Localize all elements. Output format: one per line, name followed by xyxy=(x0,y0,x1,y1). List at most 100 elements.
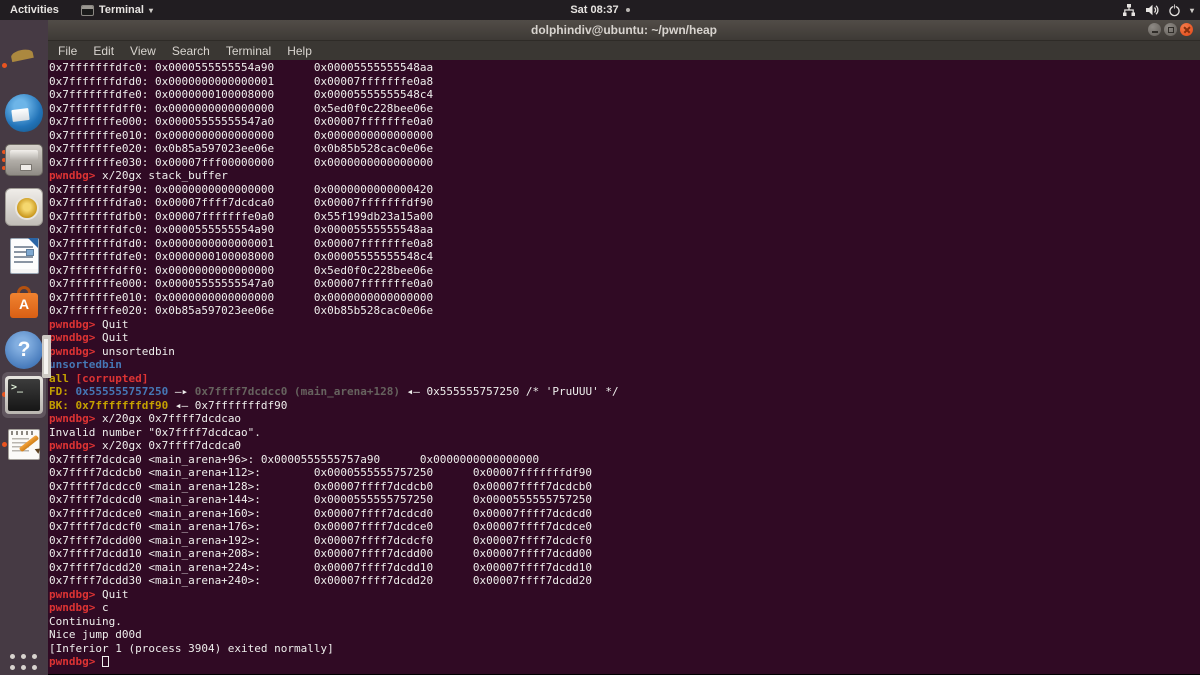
rhythmbox-icon xyxy=(5,188,43,226)
terminal-line: 0x7ffff7dcdd00 <main_arena+192>: 0x00007… xyxy=(49,533,593,547)
menu-bar: File Edit View Search Terminal Help xyxy=(48,41,1200,60)
terminal-line: 0x7fffffffe020: 0x0b85a597023ee06e 0x0b8… xyxy=(49,304,434,317)
terminal-line: 0x7fffffffe000: 0x00005555555547a0 0x000… xyxy=(49,277,434,290)
menu-edit[interactable]: Edit xyxy=(85,44,122,58)
dock-item-files[interactable] xyxy=(5,141,43,179)
window-titlebar[interactable]: dolphindiv@ubuntu: ~/pwn/heap xyxy=(48,20,1200,41)
grid-dot xyxy=(21,665,26,670)
minimize-button[interactable] xyxy=(1148,23,1161,36)
terminal-line: pwndbg> x/20gx stack_buffer xyxy=(49,169,228,182)
menu-file[interactable]: File xyxy=(50,44,85,58)
terminal-line: unsortedbin xyxy=(49,358,122,371)
maximize-icon xyxy=(1167,26,1174,33)
terminal-line: 0x7ffff7dcdcc0 <main_arena+128>: 0x00007… xyxy=(49,479,593,493)
terminal-line: pwndbg> x/20gx 0x7ffff7dcdcao xyxy=(49,412,242,425)
terminal-line: 0x7fffffffe020: 0x0b85a597023ee06e 0x0b8… xyxy=(49,142,434,155)
terminal-line: 0x7fffffffdff0: 0x0000000000000000 0x5ed… xyxy=(49,263,434,277)
terminal-line: 0x7fffffffdfa0: 0x00007ffff7dcdca0 0x000… xyxy=(49,196,434,209)
terminal-line: FD: 0x555555757250 —▸ 0x7ffff7dcdcc0 (ma… xyxy=(49,385,619,398)
terminal-screen[interactable]: 0x7fffffffdfc0: 0x0000555555554a90 0x000… xyxy=(48,60,1200,674)
show-applications-button[interactable] xyxy=(10,654,37,675)
menu-help[interactable]: Help xyxy=(279,44,320,58)
grid-dot xyxy=(10,654,15,659)
menu-view[interactable]: View xyxy=(122,44,164,58)
app-menu-label: Terminal xyxy=(98,4,144,16)
terminal-line: 0x7fffffffdfe0: 0x0000000100008000 0x000… xyxy=(49,250,434,263)
terminal-line: 0x7ffff7dcdcb0 <main_arena+112>: 0x00005… xyxy=(49,466,593,479)
terminal-line: 0x7ffff7dcdd30 <main_arena+240>: 0x00007… xyxy=(49,574,593,587)
terminal-icon-glyph: >_ xyxy=(8,379,40,411)
terminal-line: Continuing. xyxy=(49,614,122,628)
network-icon xyxy=(1122,4,1135,16)
activities-button[interactable]: Activities xyxy=(0,0,73,20)
clock-label[interactable]: Sat 08:37 xyxy=(570,4,618,16)
dock-item-terminal[interactable]: >_ xyxy=(5,376,43,414)
background-window-edge xyxy=(42,335,51,378)
dock-item-firefox[interactable] xyxy=(5,46,43,84)
terminal-line: 0x7ffff7dcdcf0 <main_arena+176>: 0x00007… xyxy=(49,520,593,533)
grid-dot xyxy=(10,665,15,670)
text-editor-icon xyxy=(5,425,43,463)
pencil-tip xyxy=(34,446,43,454)
volume-icon xyxy=(1145,4,1159,16)
terminal-line: 0x7fffffffe030: 0x00007fff00000000 0x000… xyxy=(49,155,434,169)
dock-item-libreoffice-writer[interactable] xyxy=(5,236,43,274)
firefox-icon xyxy=(5,46,43,84)
window-controls xyxy=(1147,23,1193,36)
notification-dot-icon xyxy=(625,8,630,12)
terminal-line: pwndbg> Quit xyxy=(49,587,129,601)
grid-dot xyxy=(21,654,26,659)
terminal-line: BK: 0x7fffffffdf90 ◂— 0x7fffffffdf90 xyxy=(49,398,288,412)
terminal-line: 0x7fffffffdfd0: 0x0000000000000001 0x000… xyxy=(49,236,434,250)
menu-search[interactable]: Search xyxy=(164,44,218,58)
files-icon xyxy=(5,144,43,176)
terminal-line: pwndbg> xyxy=(49,655,1200,669)
caret-down-icon: ▾ xyxy=(1189,5,1194,15)
doc-image xyxy=(26,249,34,256)
grid-dot xyxy=(32,654,37,659)
terminal-line: 0x7ffff7dcdd20 <main_arena+224>: 0x00007… xyxy=(49,560,593,574)
bag-letter: A xyxy=(18,296,30,312)
terminal-line: pwndbg> unsortedbin xyxy=(49,344,175,358)
terminal-line: 0x7fffffffdfc0: 0x0000555555554a90 0x000… xyxy=(49,223,434,236)
terminal-line: 0x7ffff7dcdcd0 <main_arena+144>: 0x00005… xyxy=(49,493,593,506)
dock-item-help[interactable]: ? xyxy=(5,331,43,369)
terminal-icon: >_ xyxy=(5,376,43,414)
terminal-line: 0x7fffffffdfe0: 0x0000000100008000 0x000… xyxy=(49,88,434,101)
close-button[interactable] xyxy=(1180,23,1193,36)
dock-item-ubuntu-software[interactable]: A xyxy=(5,283,43,321)
terminal-line: 0x7ffff7dcdce0 <main_arena+160>: 0x00007… xyxy=(49,506,593,520)
terminal-line: 0x7fffffffe010: 0x0000000000000000 0x000… xyxy=(49,128,434,142)
top-bar: Activities Terminal ▾ Sat 08:37 ▾ xyxy=(0,0,1200,20)
menu-terminal[interactable]: Terminal xyxy=(218,44,279,58)
maximize-button[interactable] xyxy=(1164,23,1177,36)
dock-item-rhythmbox[interactable] xyxy=(5,188,43,226)
terminal-line: 0x7ffff7dcdd10 <main_arena+208>: 0x00007… xyxy=(49,547,593,560)
thunderbird-icon xyxy=(5,94,43,132)
terminal-line: [Inferior 1 (process 3904) exited normal… xyxy=(49,641,334,655)
terminal-line: pwndbg> x/20gx 0x7ffff7dcdca0 xyxy=(49,439,242,452)
terminal-line: 0x7fffffffe010: 0x0000000000000000 0x000… xyxy=(49,290,434,304)
terminal-line: 0x7fffffffdff0: 0x0000000000000000 0x5ed… xyxy=(49,101,434,115)
libreoffice-writer-icon xyxy=(5,236,43,274)
ubuntu-software-icon: A xyxy=(5,283,43,321)
terminal-window: dolphindiv@ubuntu: ~/pwn/heap File Edit … xyxy=(48,20,1200,675)
chevron-down-icon: ▾ xyxy=(148,5,153,15)
window-title: dolphindiv@ubuntu: ~/pwn/heap xyxy=(530,23,717,37)
help-icon: ? xyxy=(5,331,43,369)
terminal-line: 0x7fffffffe000: 0x00005555555547a0 0x000… xyxy=(49,115,434,128)
dock-item-thunderbird[interactable] xyxy=(5,94,43,132)
terminal-line: 0x7fffffffdfb0: 0x00007fffffffe0a0 0x55f… xyxy=(49,209,434,223)
terminal-output: 0x7fffffffdfc0: 0x0000555555554a90 0x000… xyxy=(48,60,1200,669)
dock: A ? >_ xyxy=(0,20,48,675)
terminal-cursor xyxy=(101,656,109,667)
terminal-line: 0x7fffffffdf90: 0x0000000000000000 0x000… xyxy=(49,182,434,196)
app-menu-button[interactable]: Terminal ▾ xyxy=(73,0,161,20)
clock-area: Sat 08:37 xyxy=(0,0,1200,20)
grid-dot xyxy=(32,665,37,670)
terminal-line: 0x7fffffffdfc0: 0x0000555555554a90 0x000… xyxy=(49,61,434,74)
terminal-line: 0x7fffffffdfd0: 0x0000000000000001 0x000… xyxy=(49,74,434,88)
system-tray[interactable]: ▾ xyxy=(1122,0,1194,20)
terminal-line: pwndbg> c xyxy=(49,601,109,614)
dock-item-text-editor[interactable] xyxy=(5,425,43,463)
